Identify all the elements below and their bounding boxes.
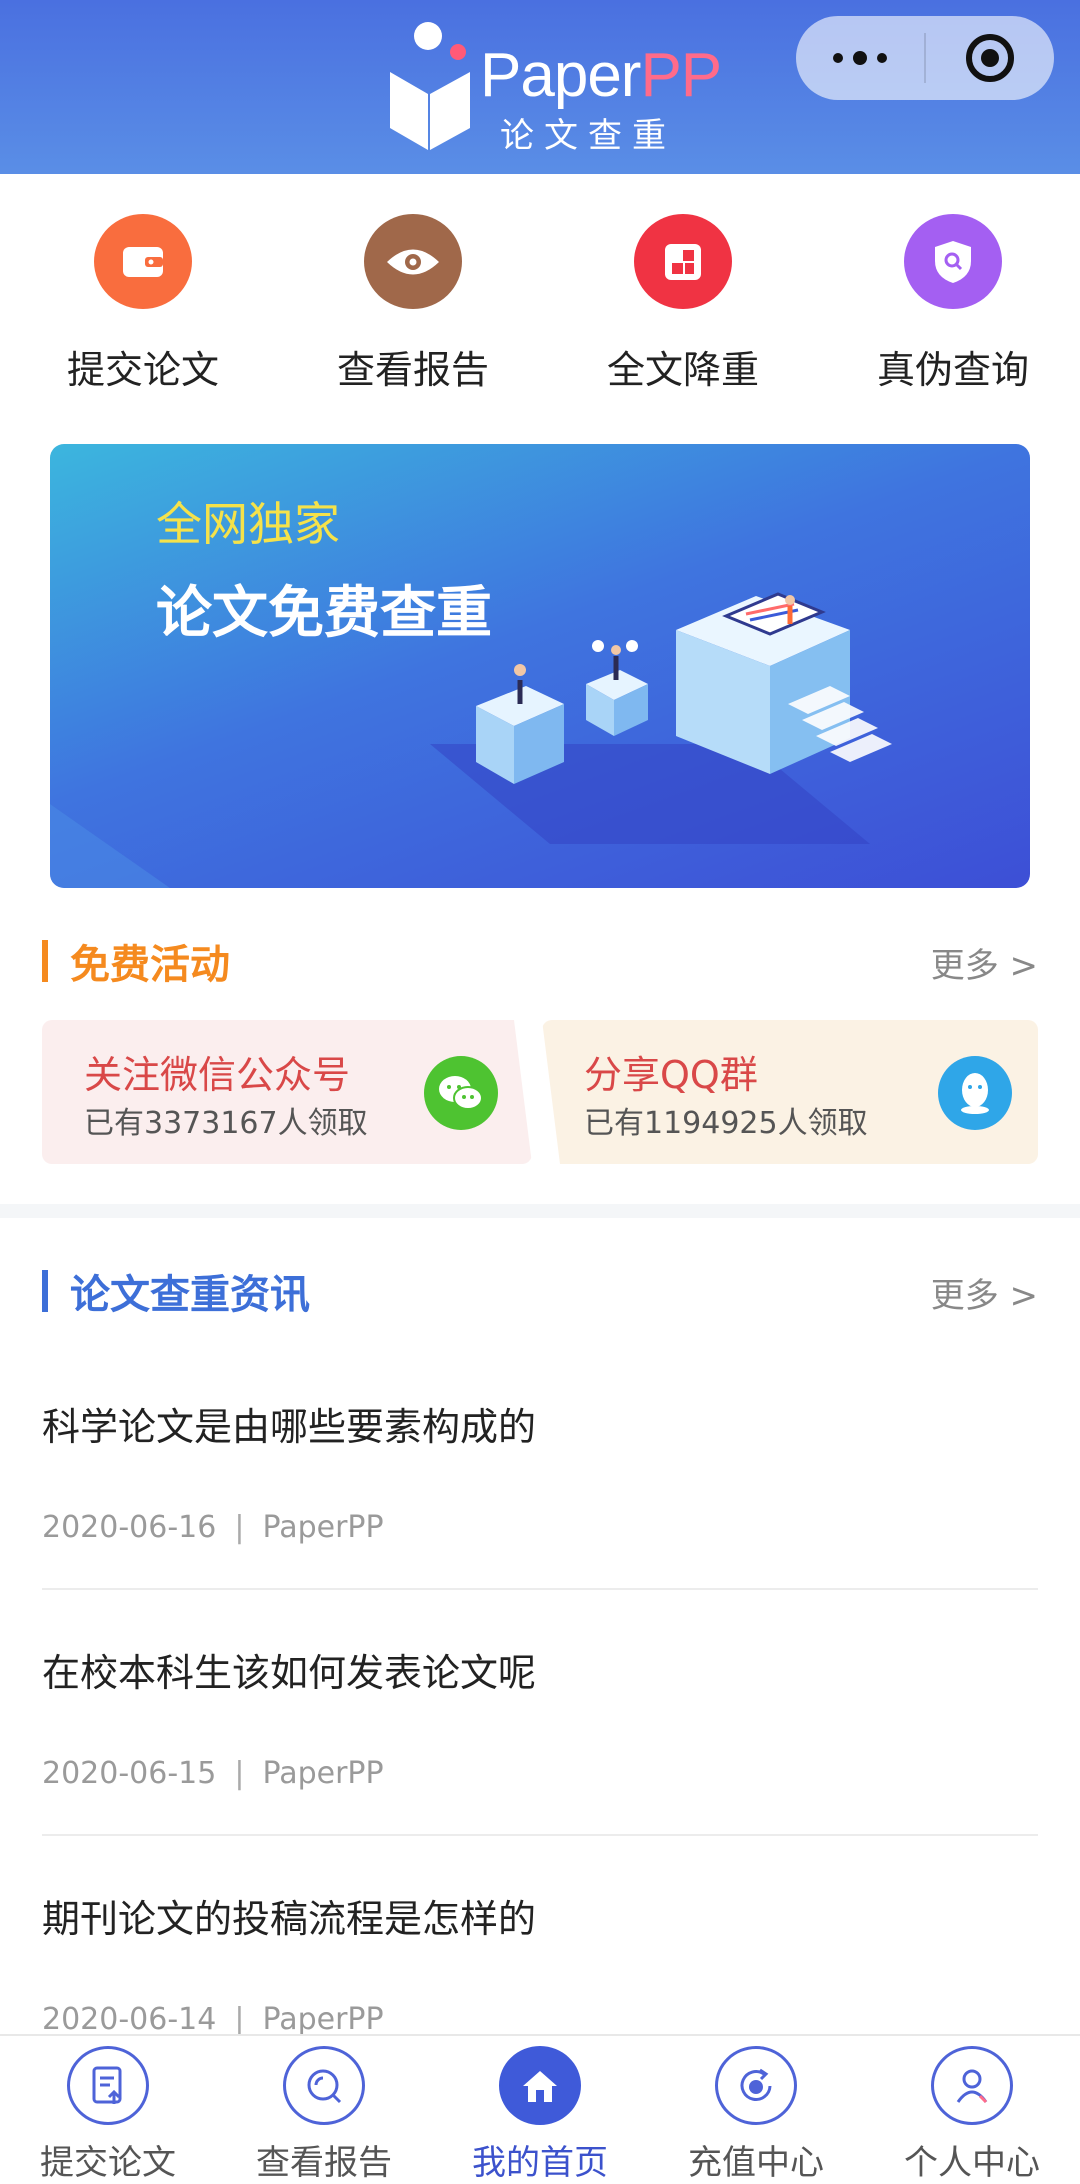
news-item-title: 期刊论文的投稿流程是怎样的 xyxy=(42,1897,537,1941)
activities-header: 免费活动 更多 > xyxy=(42,928,1038,988)
ellipsis-icon xyxy=(833,51,887,65)
wechat-activity-card[interactable]: 关注微信公众号 已有3373167人领取 xyxy=(42,1020,532,1164)
paperpp-logo: PaperPP 论文查重 xyxy=(388,14,722,156)
wallet-icon xyxy=(94,214,192,309)
section-accent-bar xyxy=(42,940,48,982)
news-item-date: 2020-06-15 xyxy=(42,1756,217,1791)
logo-text: PaperPP xyxy=(480,41,722,110)
tab-label: 充值中心 xyxy=(688,2143,824,2183)
news-title: 论文查重资讯 xyxy=(70,1272,310,1318)
tab-profile[interactable]: 个人中心 xyxy=(864,2036,1080,2184)
isometric-illustration xyxy=(50,592,892,888)
home-icon xyxy=(499,2046,581,2125)
eye-icon xyxy=(364,214,462,309)
quick-item-report[interactable]: 查看报告 xyxy=(286,214,540,394)
news-item-meta: 2020-06-16 | PaperPP xyxy=(42,1510,384,1545)
recharge-icon xyxy=(715,2046,797,2125)
activities-more-link[interactable]: 更多 > xyxy=(931,938,1038,987)
activities-title: 免费活动 xyxy=(70,942,230,988)
news-item-meta: 2020-06-15 | PaperPP xyxy=(42,1756,384,1791)
news-item-source: PaperPP xyxy=(262,1756,384,1791)
news-list-item[interactable]: 科学论文是由哪些要素构成的 2020-06-16 | PaperPP xyxy=(42,1396,1038,1592)
news-item-date: 2020-06-14 xyxy=(42,2002,217,2034)
app-header: PaperPP 论文查重 xyxy=(0,0,1080,174)
news-item-meta: 2020-06-14 | PaperPP xyxy=(42,2002,384,2034)
news-list-item[interactable]: 在校本科生该如何发表论文呢 2020-06-15 | PaperPP xyxy=(42,1642,1038,1838)
card-title: 分享QQ群 xyxy=(584,1053,758,1097)
qq-icon xyxy=(938,1056,1012,1130)
news-item-source: PaperPP xyxy=(262,2002,384,2034)
miniprogram-capsule xyxy=(796,16,1054,100)
news-divider xyxy=(42,1834,1038,1836)
tab-label: 提交论文 xyxy=(40,2143,176,2183)
tab-submit-paper[interactable]: 提交论文 xyxy=(0,2036,216,2184)
wechat-icon xyxy=(424,1056,498,1130)
more-options-button[interactable] xyxy=(796,16,924,100)
news-divider xyxy=(42,1588,1038,1590)
quick-item-label: 提交论文 xyxy=(66,348,219,392)
user-icon xyxy=(931,2046,1013,2125)
section-accent-bar xyxy=(42,1270,48,1312)
quick-item-label: 真伪查询 xyxy=(876,348,1029,392)
quick-item-verify[interactable]: 真伪查询 xyxy=(826,214,1080,394)
blocks-icon xyxy=(634,214,732,309)
news-item-date: 2020-06-16 xyxy=(42,1510,217,1545)
book-person-icon xyxy=(390,22,470,150)
target-close-icon xyxy=(966,34,1014,82)
section-separator xyxy=(0,1204,1080,1218)
card-title: 关注微信公众号 xyxy=(84,1053,351,1097)
news-item-title: 在校本科生该如何发表论文呢 xyxy=(42,1651,537,1695)
search-report-icon xyxy=(283,2046,365,2125)
quick-item-label: 全文降重 xyxy=(606,348,759,392)
close-miniprogram-button[interactable] xyxy=(926,16,1054,100)
shield-search-icon xyxy=(904,214,1002,309)
quick-item-label: 查看报告 xyxy=(336,348,489,392)
news-item-source: PaperPP xyxy=(262,1510,384,1545)
card-subtitle: 已有3373167人领取 xyxy=(84,1106,368,1141)
tab-label: 我的首页 xyxy=(472,2143,608,2183)
news-header: 论文查重资讯 更多 > xyxy=(42,1258,1038,1318)
tab-recharge[interactable]: 充值中心 xyxy=(648,2036,864,2184)
news-more-link[interactable]: 更多 > xyxy=(931,1268,1038,1317)
tab-label: 查看报告 xyxy=(256,2143,392,2183)
news-list-item[interactable]: 期刊论文的投稿流程是怎样的 2020-06-14 | PaperPP xyxy=(42,1888,1038,2034)
quick-menu: 提交论文 查看报告 全文降重 真伪查询 xyxy=(0,214,1080,394)
qq-activity-card[interactable]: 分享QQ群 已有1194925人领取 xyxy=(542,1020,1038,1164)
quick-item-submit[interactable]: 提交论文 xyxy=(16,214,270,394)
tab-label: 个人中心 xyxy=(904,2143,1040,2183)
tab-home[interactable]: 我的首页 xyxy=(432,2036,648,2184)
promo-banner[interactable]: 全网独家 论文免费查重 xyxy=(50,444,1030,888)
bottom-tab-bar: 提交论文 查看报告 我的首页 充值中心 个人中心 xyxy=(0,2034,1080,2184)
tab-view-report[interactable]: 查看报告 xyxy=(216,2036,432,2184)
news-item-title: 科学论文是由哪些要素构成的 xyxy=(42,1405,537,1449)
logo-subtitle: 论文查重 xyxy=(500,116,676,156)
quick-item-reduce[interactable]: 全文降重 xyxy=(556,214,810,394)
upload-doc-icon xyxy=(67,2046,149,2125)
card-subtitle: 已有1194925人领取 xyxy=(584,1106,868,1141)
